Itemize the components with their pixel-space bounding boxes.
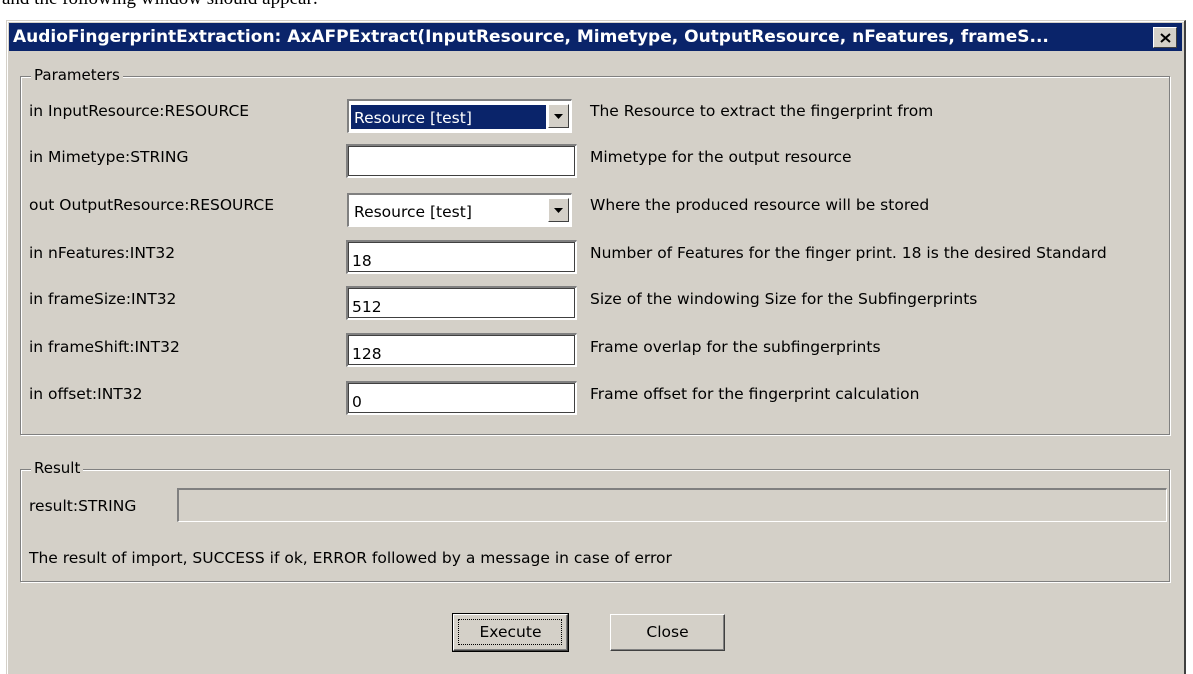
- parameters-legend: Parameters: [31, 66, 123, 84]
- outputresource-combo-value: Resource [test]: [354, 203, 472, 221]
- outputresource-dropdown-button[interactable]: [548, 198, 569, 222]
- param-label-frameshift: in frameShift:INT32: [29, 338, 180, 356]
- inputresource-dropdown-button[interactable]: [548, 104, 569, 128]
- nfeatures-input[interactable]: 18: [346, 240, 577, 274]
- param-desc-inputresource: The Resource to extract the fingerprint …: [590, 102, 934, 120]
- result-label: result:STRING: [29, 497, 137, 515]
- result-output-field: [177, 488, 1167, 522]
- param-label-framesize: in frameSize:INT32: [29, 290, 177, 308]
- param-desc-offset: Frame offset for the fingerprint calcula…: [590, 385, 920, 403]
- param-label-nfeatures: in nFeatures:INT32: [29, 244, 176, 262]
- frameshift-input[interactable]: 128: [346, 333, 577, 367]
- close-icon: [1159, 32, 1171, 43]
- chevron-down-icon: [554, 207, 563, 213]
- framesize-input[interactable]: 512: [346, 286, 577, 320]
- param-desc-nfeatures: Number of Features for the finger print.…: [590, 244, 1107, 262]
- inputresource-combo[interactable]: Resource [test]: [347, 99, 572, 133]
- outputresource-combo[interactable]: Resource [test]: [347, 193, 572, 227]
- close-button[interactable]: Close: [610, 614, 725, 651]
- focus-rect: [458, 619, 562, 645]
- param-label-inputresource: in InputResource:RESOURCE: [29, 102, 250, 120]
- param-desc-mimetype: Mimetype for the output resource: [590, 148, 852, 166]
- param-desc-frameshift: Frame overlap for the subfingerprints: [590, 338, 881, 356]
- dialog-window: AudioFingerprintExtraction: AxAFPExtract…: [6, 20, 1186, 674]
- chevron-down-icon: [554, 113, 563, 119]
- close-button-label: Close: [646, 623, 689, 641]
- offset-input[interactable]: 0: [346, 381, 577, 415]
- mimetype-input[interactable]: [346, 144, 577, 178]
- window-title: AudioFingerprintExtraction: AxAFPExtract…: [13, 27, 1049, 47]
- title-bar[interactable]: AudioFingerprintExtraction: AxAFPExtract…: [9, 23, 1182, 51]
- result-legend: Result: [31, 459, 84, 477]
- document-text: and the following window should appear:: [2, 0, 318, 10]
- param-label-mimetype: in Mimetype:STRING: [29, 148, 189, 166]
- param-desc-outputresource: Where the produced resource will be stor…: [590, 196, 930, 214]
- param-desc-framesize: Size of the windowing Size for the Subfi…: [590, 290, 978, 308]
- param-label-offset: in offset:INT32: [29, 385, 143, 403]
- execute-button[interactable]: Execute: [452, 613, 569, 652]
- param-label-outputresource: out OutputResource:RESOURCE: [29, 196, 275, 214]
- inputresource-combo-value: Resource [test]: [351, 105, 546, 129]
- close-window-button[interactable]: [1153, 27, 1177, 48]
- result-description: The result of import, SUCCESS if ok, ERR…: [29, 549, 672, 567]
